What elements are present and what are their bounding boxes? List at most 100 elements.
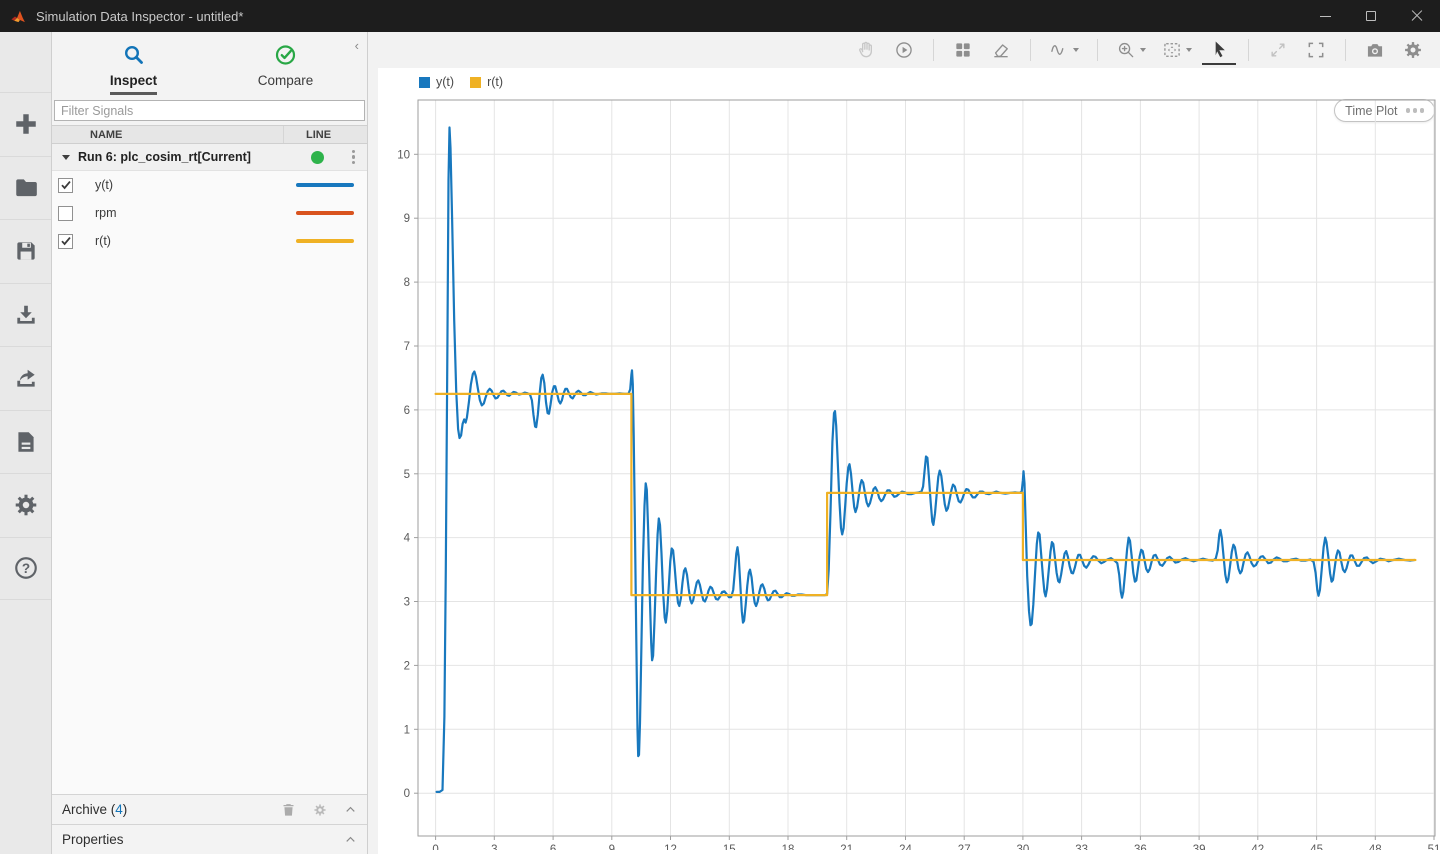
toolbar-divider [1345,39,1346,61]
svg-text:2: 2 [404,660,410,672]
minimize-icon [1320,16,1331,17]
export-button[interactable] [0,346,51,410]
signal-line-swatch [296,211,354,215]
cursor-icon [1209,39,1229,59]
tab-inspect[interactable]: Inspect [88,40,180,98]
open-button[interactable] [0,156,51,220]
layout-grid-icon [953,40,973,60]
signal-name: y(t) [95,178,283,192]
svg-text:7: 7 [404,341,410,353]
archive-label: Archive [62,802,111,817]
chevron-down-icon [1073,48,1079,52]
run-label: Run 6: plc_cosim_rt[Current] [78,150,251,164]
plot-settings-button[interactable] [1396,35,1430,65]
select-cursor-button[interactable] [1202,35,1236,65]
signal-checkbox[interactable] [58,178,73,193]
report-button[interactable] [0,410,51,474]
panel-tabs: Inspect Compare ‹ [52,32,367,98]
matlab-logo-icon [10,8,27,25]
signal-row-yt[interactable]: y(t) [52,171,367,199]
trash-icon[interactable] [281,802,296,818]
folder-icon [13,175,39,201]
properties-label: Properties [62,832,124,847]
zoom-in-icon [1116,40,1136,60]
gear-icon [13,492,39,518]
signal-row-rt[interactable]: r(t) [52,227,367,255]
chevron-up-icon[interactable] [344,803,357,816]
archive-bar[interactable]: Archive (4) [52,794,367,824]
svg-text:6: 6 [550,844,556,850]
svg-text:?: ? [21,561,29,576]
chevron-up-icon[interactable] [344,833,357,846]
tab-inspect-label: Inspect [110,73,157,95]
maximize-button[interactable] [1348,0,1394,32]
help-button[interactable]: ? [0,537,51,601]
svg-text:6: 6 [404,405,410,417]
plus-icon [13,111,39,137]
collapse-run-triangle-icon[interactable] [62,155,70,160]
fullscreen-icon [1306,40,1326,60]
zoom-button[interactable] [1110,35,1152,65]
time-plot-chart[interactable]: 0369121518212427303336394245485101234567… [378,68,1438,850]
gear-icon[interactable] [313,803,327,817]
save-button[interactable] [0,219,51,283]
signal-options-button[interactable] [1043,35,1085,65]
svg-text:1: 1 [404,724,410,736]
clear-plots-button[interactable] [984,35,1018,65]
save-icon [13,238,39,264]
close-button[interactable] [1394,0,1440,32]
new-run-button[interactable] [0,92,51,156]
fit-to-view-button[interactable] [1156,35,1198,65]
pan-button[interactable] [849,35,883,65]
minimize-button[interactable] [1302,0,1348,32]
camera-icon [1365,40,1385,60]
preferences-button[interactable] [0,473,51,537]
svg-text:21: 21 [840,844,853,850]
run-options-kebab-icon[interactable] [352,150,355,165]
export-icon [13,365,39,391]
svg-text:9: 9 [404,213,410,225]
svg-text:18: 18 [782,844,795,850]
app-window: Simulation Data Inspector - untitled* [0,0,1440,854]
signal-table: NAME LINE Run 6: plc_cosim_rt[Current] [52,125,367,794]
svg-text:45: 45 [1310,844,1323,850]
import-icon [13,302,39,328]
signal-row-rpm[interactable]: rpm [52,199,367,227]
check-circle-icon [274,40,298,70]
import-button[interactable] [0,283,51,347]
gear-icon [1403,40,1423,60]
toolbar-divider [1248,39,1249,61]
magnifier-icon [122,40,146,70]
expand-button[interactable] [1261,35,1295,65]
plot-pane: y(t)r(t) Time Plot 036912151821242730333… [368,32,1440,854]
window-title: Simulation Data Inspector - untitled* [36,9,243,24]
toolbar-divider [1097,39,1098,61]
maximize-icon [1366,11,1376,21]
chevron-down-icon [1140,48,1146,52]
signal-wave-icon [1049,40,1069,60]
plot-area[interactable]: y(t)r(t) Time Plot 036912151821242730333… [378,68,1440,854]
svg-text:48: 48 [1369,844,1382,850]
signal-line-swatch [296,183,354,187]
fit-view-icon [1162,40,1182,60]
svg-text:10: 10 [397,149,410,161]
svg-text:4: 4 [404,533,411,545]
table-header: NAME LINE [52,125,367,144]
svg-text:27: 27 [958,844,971,850]
help-icon: ? [13,555,39,581]
snapshot-button[interactable] [1358,35,1392,65]
signal-checkbox[interactable] [58,234,73,249]
collapse-panel-chevron-icon[interactable]: ‹ [355,38,359,53]
filter-signals-input[interactable] [54,100,365,121]
fullscreen-button[interactable] [1299,35,1333,65]
plot-toolbar [368,32,1440,68]
properties-bar[interactable]: Properties [52,824,367,854]
run-row[interactable]: Run 6: plc_cosim_rt[Current] [52,144,367,171]
replay-button[interactable] [887,35,921,65]
svg-text:0: 0 [432,844,438,850]
svg-text:0: 0 [404,788,410,800]
tab-compare[interactable]: Compare [240,40,332,98]
titlebar: Simulation Data Inspector - untitled* [0,0,1440,32]
layout-button[interactable] [946,35,980,65]
signal-checkbox[interactable] [58,206,73,221]
